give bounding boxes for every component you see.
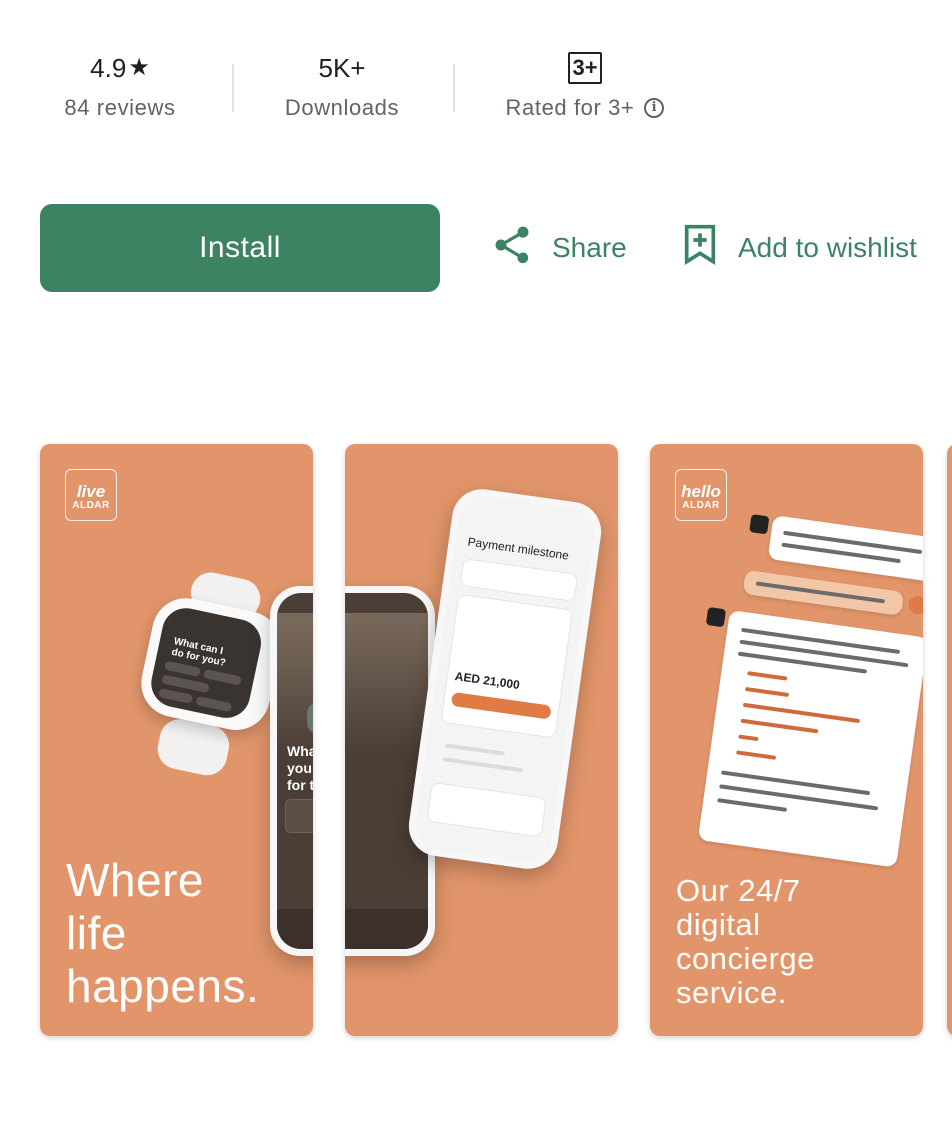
content-rating-label: Rated for 3+: [505, 95, 635, 120]
hello-aldar-logo: hello ALDAR: [675, 469, 727, 521]
content-rating-badge: 3+: [568, 52, 602, 84]
downloads-value: 5K+: [318, 53, 366, 83]
screenshot-1-tagline: Where life happens.: [66, 854, 260, 1012]
downloads-label: Downloads: [284, 95, 400, 120]
screenshot-1[interactable]: live ALDAR What can Ido for you? Wha you…: [40, 444, 313, 1036]
chat-conversation-image: [688, 510, 923, 869]
info-icon[interactable]: i: [644, 98, 665, 118]
screenshot-3[interactable]: hello ALDAR Our 24/7 digital concierge s…: [650, 444, 923, 1036]
screenshot-2[interactable]: Payment milestone AED 21,000: [345, 444, 618, 1036]
reviews-count: 84 reviews: [64, 95, 176, 120]
live-aldar-logo: live ALDAR: [65, 469, 117, 521]
stat-divider: [232, 64, 234, 112]
rating-stat[interactable]: 4.9 ★ 84 reviews: [40, 50, 200, 121]
phone-payment-screen-image: Payment milestone AED 21,000: [404, 485, 606, 873]
stat-divider: [453, 64, 455, 112]
share-button[interactable]: Share: [490, 222, 627, 274]
app-stats-row: 4.9 ★ 84 reviews 5K+ Downloads 3+ Rated …: [0, 50, 952, 140]
phone-home-screen-image: What areyou lookingfor today?: [270, 586, 313, 956]
share-icon: [490, 223, 534, 274]
wishlist-button[interactable]: Add to wishlist: [680, 222, 917, 274]
smartwatch-image: What can Ido for you?: [129, 568, 292, 779]
screenshot-carousel[interactable]: live ALDAR What can Ido for you? Wha you…: [0, 444, 952, 1036]
rating-value: 4.9: [90, 53, 127, 83]
wishlist-label: Add to wishlist: [738, 232, 917, 263]
star-icon: ★: [128, 54, 150, 81]
install-button[interactable]: Install: [40, 204, 440, 292]
downloads-stat: 5K+ Downloads: [262, 50, 422, 121]
share-label: Share: [552, 232, 627, 263]
screenshot-3-tagline: Our 24/7 digital concierge service.: [676, 873, 815, 1010]
screenshot-4-partial[interactable]: [947, 444, 952, 1036]
bookmark-add-icon: [680, 223, 720, 274]
content-rating-stat: 3+ Rated for 3+ i: [490, 50, 680, 121]
